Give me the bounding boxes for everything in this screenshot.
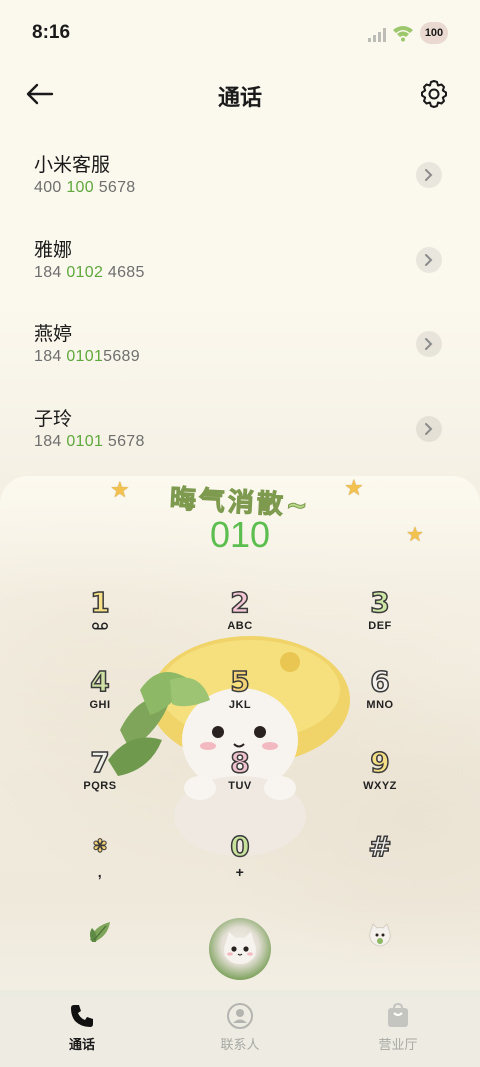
- key-digit: #: [368, 829, 393, 864]
- gear-icon[interactable]: [418, 78, 450, 110]
- contact-row[interactable]: 小米客服 400 100 5678: [0, 136, 480, 221]
- key-digit: 1: [90, 585, 111, 620]
- chevron-right-icon: [425, 169, 433, 181]
- leaf-icon[interactable]: [86, 918, 114, 946]
- person-icon: [227, 1003, 253, 1029]
- key-4[interactable]: 4 GHI: [40, 664, 160, 737]
- contact-row[interactable]: 燕婷 184 01015689: [0, 305, 480, 390]
- key-digit: 0: [230, 829, 251, 864]
- contact-number: 184 0102 4685: [34, 263, 145, 281]
- nav-tab-contacts[interactable]: 联系人: [160, 990, 320, 1067]
- key-5[interactable]: 5 JKL: [180, 664, 300, 737]
- page-title: 通话: [217, 86, 262, 111]
- key-letters: ABC: [227, 620, 253, 632]
- status-bar: 8:16 100: [0, 0, 480, 64]
- key-letters: PQRS: [83, 780, 117, 792]
- key-digit: ✽: [92, 836, 108, 858]
- key-digit: 8: [230, 745, 251, 780]
- chevron-right-icon: [425, 338, 433, 350]
- key-2[interactable]: 2 ABC: [180, 585, 300, 658]
- key-star[interactable]: ✽ ,: [40, 830, 160, 902]
- nav-label: 通话: [68, 1038, 95, 1053]
- key-letters: TUV: [228, 780, 252, 792]
- key-7[interactable]: 7 PQRS: [40, 745, 160, 818]
- contact-row[interactable]: 子玲 184 0101 5678: [0, 390, 480, 475]
- cat-face-icon: [224, 932, 256, 964]
- chevron-right-icon: [425, 253, 433, 266]
- contact-number: 400 100 5678: [34, 179, 136, 196]
- contact-number: 184 0101 5678: [34, 432, 145, 450]
- key-letters: ,: [97, 864, 103, 880]
- cat-sticker-icon[interactable]: [366, 922, 394, 948]
- key-digit: 6: [370, 664, 391, 699]
- contact-detail-button[interactable]: [416, 162, 442, 188]
- contact-detail-button[interactable]: [416, 246, 442, 273]
- contact-number: 184 01015689: [34, 348, 140, 365]
- key-digit: 2: [230, 585, 251, 620]
- voicemail-icon: [92, 622, 108, 630]
- dialed-number: 010: [209, 514, 271, 555]
- contact-name: 燕婷: [34, 323, 73, 345]
- key-digit: 7: [90, 745, 111, 780]
- bottom-navigation: 通话 联系人 营业厅: [0, 990, 480, 1067]
- key-8[interactable]: 8 TUV: [180, 745, 300, 818]
- key-letters: JKL: [228, 699, 252, 711]
- contact-name: 雅娜: [34, 238, 73, 261]
- dialer-banner: 晦气消散~: [0, 476, 480, 522]
- key-letters: GHI: [89, 699, 111, 711]
- contact-detail-button[interactable]: [416, 331, 442, 357]
- key-hash[interactable]: #: [320, 829, 440, 902]
- star-icon: ★: [344, 476, 364, 501]
- contact-detail-button[interactable]: [416, 415, 442, 442]
- contact-name: 子玲: [34, 407, 73, 430]
- header: 通话: [0, 70, 480, 120]
- nav-tab-store[interactable]: 营业厅: [318, 990, 478, 1067]
- nav-label: 联系人: [220, 1038, 260, 1053]
- contact-name: 小米客服: [34, 154, 111, 176]
- key-1[interactable]: 1: [40, 585, 160, 658]
- key-digit: 9: [370, 745, 391, 780]
- star-icon: ★: [110, 478, 130, 503]
- recent-calls-list: 小米客服 400 100 5678 雅娜 184 0102 4685 燕婷 18…: [0, 136, 480, 474]
- nav-tab-calls[interactable]: 通话: [2, 990, 162, 1067]
- key-3[interactable]: 3 DEF: [320, 585, 440, 658]
- shopping-bag-icon: [388, 1002, 408, 1027]
- key-digit: 5: [230, 664, 251, 699]
- key-digit: 3: [370, 585, 391, 620]
- call-button[interactable]: [209, 918, 271, 980]
- cellular-signal-icon: [368, 28, 386, 42]
- key-0[interactable]: 0 +: [180, 829, 300, 902]
- key-letters: WXYZ: [363, 780, 397, 792]
- key-9[interactable]: 9 WXYZ: [320, 745, 440, 818]
- chevron-right-icon: [425, 422, 433, 435]
- battery-indicator: 100: [420, 22, 448, 44]
- key-6[interactable]: 6 MNO: [320, 664, 440, 737]
- key-letters: +: [235, 864, 245, 880]
- contact-row[interactable]: 雅娜 184 0102 4685: [0, 221, 480, 306]
- phone-icon: [71, 1005, 93, 1027]
- status-time: 8:16: [32, 22, 71, 43]
- key-letters: DEF: [368, 620, 392, 632]
- nav-label: 营业厅: [378, 1038, 418, 1053]
- wifi-icon: [393, 26, 413, 42]
- key-letters: MNO: [366, 699, 394, 711]
- key-digit: 4: [90, 664, 111, 699]
